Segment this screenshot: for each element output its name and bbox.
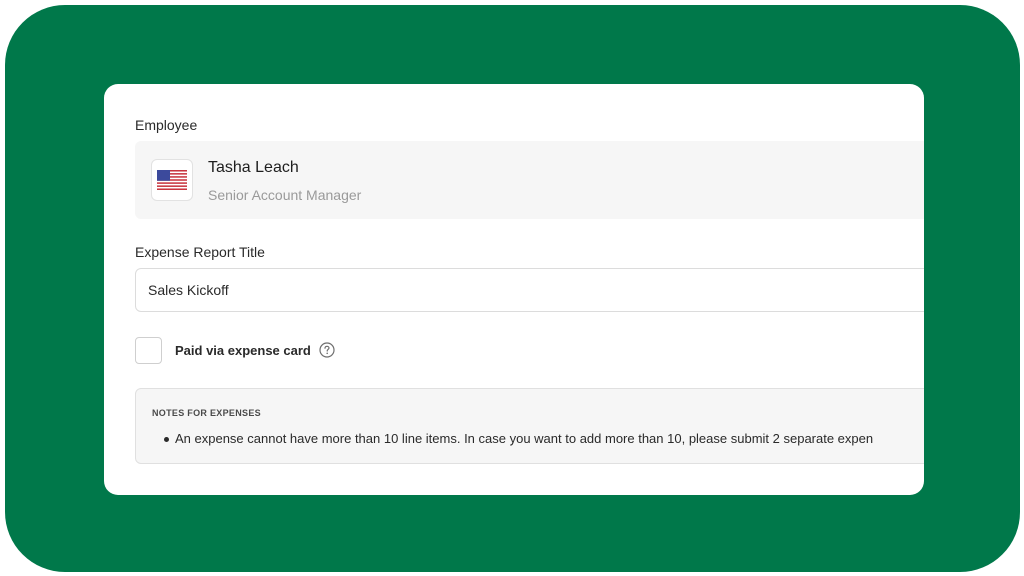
- expense-notes-panel: NOTES FOR EXPENSES An expense cannot hav…: [135, 388, 924, 464]
- expense-card-label[interactable]: Paid via expense card: [175, 343, 311, 358]
- employee-section-label: Employee: [135, 117, 198, 133]
- question-circle-icon[interactable]: [319, 342, 335, 358]
- country-flag: [151, 159, 193, 201]
- expense-card-checkbox[interactable]: [135, 337, 162, 364]
- bullet-icon: [164, 437, 169, 442]
- expense-form-card: Employee Tasha Leach Senior Account Mana…: [104, 84, 924, 495]
- report-title-input[interactable]: [135, 268, 924, 312]
- employee-card: Tasha Leach Senior Account Manager: [135, 141, 924, 219]
- notes-item: An expense cannot have more than 10 line…: [175, 431, 874, 446]
- notes-heading: NOTES FOR EXPENSES: [152, 408, 261, 418]
- app-frame: Employee Tasha Leach Senior Account Mana…: [5, 5, 1020, 572]
- employee-role: Senior Account Manager: [208, 187, 362, 203]
- us-flag-icon: [157, 170, 187, 190]
- employee-name: Tasha Leach: [208, 159, 299, 176]
- report-title-label: Expense Report Title: [135, 244, 265, 260]
